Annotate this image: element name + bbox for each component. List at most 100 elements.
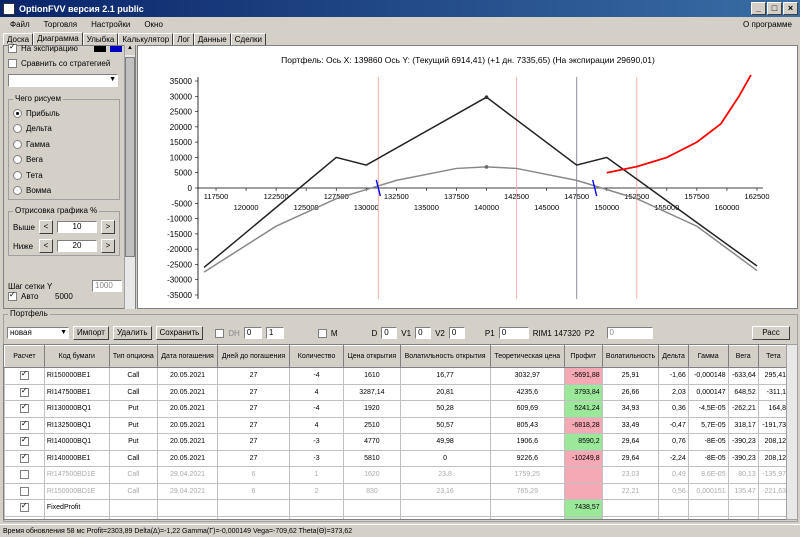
column-header[interactable]: Цена открытия xyxy=(343,345,401,368)
expiry-checkbox[interactable] xyxy=(8,42,17,53)
below-decrease-button[interactable]: < xyxy=(39,239,53,253)
v1-field[interactable]: 0 xyxy=(415,327,432,339)
column-header[interactable]: Код бумаги xyxy=(43,345,110,368)
calc-checkbox[interactable] xyxy=(19,402,29,414)
cell-qty: 1 xyxy=(288,466,345,484)
total-row: Итого: 2303,89 -1,22-0,000149-709,62373,62 xyxy=(4,515,789,519)
radio-profit[interactable] xyxy=(13,109,22,118)
radio-gamma[interactable] xyxy=(13,140,22,149)
column-header[interactable]: Дельта xyxy=(658,345,689,368)
menu-window[interactable]: Окно xyxy=(144,20,163,29)
cell-gamma: -4,5E-05 xyxy=(687,400,729,418)
payoff-chart[interactable]: Портфель: Ось X: 139860 Ось Y: (Текущий … xyxy=(138,46,797,308)
table-row[interactable]: RI150000BD1E Call 29.04.2021 6 2 830 23,16 765,… xyxy=(4,482,789,500)
column-header[interactable]: Волатильность открытия xyxy=(399,345,491,368)
calc-cell[interactable] xyxy=(4,449,45,467)
d-field[interactable]: 0 xyxy=(381,327,398,339)
delete-button[interactable]: Удалить xyxy=(112,326,152,340)
x-tick-label-bottom: 145000 xyxy=(534,203,559,212)
calc-checkbox[interactable] xyxy=(19,419,29,430)
radio-theta[interactable] xyxy=(13,171,22,180)
column-header[interactable]: Дней до погашения xyxy=(217,345,290,368)
v2-field[interactable]: 0 xyxy=(448,327,465,339)
cell-delta: 0,56 xyxy=(658,482,689,500)
table-row[interactable]: RI147500BD1E Call 29.04.2021 6 1 1620 23,8 1759… xyxy=(4,466,789,484)
minimize-button[interactable]: _ xyxy=(751,2,766,15)
compare-checkbox[interactable] xyxy=(8,59,17,68)
column-header[interactable]: Расчет xyxy=(4,345,45,368)
calc-cell[interactable] xyxy=(4,515,45,519)
table-row[interactable]: RI140000BQ1Put20.05.202127-3477049,98190… xyxy=(4,433,789,451)
table-row[interactable]: RI150000BE1Call20.05.202127-4161016,7730… xyxy=(4,367,789,385)
calc-checkbox[interactable] xyxy=(19,501,29,513)
calc-cell[interactable] xyxy=(4,499,45,517)
table-row[interactable]: RI147500BE1Call20.05.20212743287,1420,81… xyxy=(4,383,789,401)
grid-step-value[interactable]: 1000 xyxy=(92,280,122,292)
column-header[interactable]: Вега xyxy=(727,345,759,368)
scroll-up-icon[interactable]: ▲ xyxy=(125,45,135,55)
below-increase-button[interactable]: > xyxy=(101,239,115,253)
column-header[interactable]: Количество xyxy=(288,345,345,368)
calc-cell[interactable] xyxy=(4,482,45,500)
maximize-button[interactable]: □ xyxy=(767,2,782,15)
radio-vega[interactable] xyxy=(13,155,22,164)
dh-field-b[interactable]: 1 xyxy=(265,327,284,339)
calc-checkbox[interactable] xyxy=(19,369,29,381)
above-value[interactable]: 10 xyxy=(57,221,97,233)
column-header[interactable]: Тета xyxy=(757,345,789,368)
calc-checkbox[interactable] xyxy=(19,435,29,447)
calc-cell[interactable] xyxy=(4,367,45,385)
table-row[interactable]: RI140000BE1Call20.05.202127-3581009226,6… xyxy=(4,449,789,467)
p1-field[interactable]: 0 xyxy=(498,327,529,339)
m-checkbox[interactable] xyxy=(317,328,327,338)
table-scrollbar[interactable] xyxy=(786,344,798,520)
cell-vega: -262,21 xyxy=(727,400,759,418)
expiry-color-swatch[interactable] xyxy=(93,45,106,52)
menu-about[interactable]: О программе xyxy=(743,20,792,29)
radio-delta[interactable] xyxy=(13,124,22,133)
v1-label: V1 xyxy=(401,328,412,338)
radio-vomma[interactable] xyxy=(13,186,22,195)
column-header[interactable]: Волатильность xyxy=(601,345,660,368)
calc-cell[interactable] xyxy=(4,466,45,484)
column-header[interactable]: Профит xyxy=(563,345,603,368)
expiry-alt-color-swatch[interactable] xyxy=(109,45,122,52)
p2-field[interactable]: 0 xyxy=(606,327,653,339)
cell-days: 27 xyxy=(217,367,290,385)
below-value[interactable]: 20 xyxy=(57,240,97,252)
calc-cell[interactable] xyxy=(4,400,45,418)
cell-delta: -2,24 xyxy=(658,449,689,467)
portfolio-select[interactable]: новая ▼ xyxy=(7,327,69,339)
calc-checkbox[interactable] xyxy=(19,470,29,480)
close-button[interactable]: × xyxy=(783,2,798,15)
strategy-select[interactable]: ▼ xyxy=(8,74,118,87)
menu-file[interactable]: Файл xyxy=(10,20,30,29)
table-row[interactable]: RI132500BQ1Put20.05.2021274251050,57805,… xyxy=(4,416,789,434)
auto-checkbox[interactable] xyxy=(8,290,17,301)
dh-field-a[interactable]: 0 xyxy=(243,327,262,339)
calc-cell[interactable] xyxy=(4,383,45,401)
above-increase-button[interactable]: > xyxy=(101,220,115,234)
above-decrease-button[interactable]: < xyxy=(39,220,53,234)
save-button[interactable]: Сохранить xyxy=(155,326,204,340)
calc-button[interactable]: Расс xyxy=(752,326,790,340)
calc-checkbox[interactable] xyxy=(19,486,29,496)
dh-checkbox[interactable] xyxy=(215,328,225,338)
calc-cell[interactable] xyxy=(4,433,45,451)
x-tick-label-bottom: 135000 xyxy=(414,203,439,212)
table-row[interactable]: RI130000BQ1Put20.05.202127-4192050,28609… xyxy=(4,400,789,418)
calc-checkbox[interactable] xyxy=(19,452,29,463)
column-header[interactable]: Теоретическая цена xyxy=(489,345,565,368)
column-header[interactable]: Гамма xyxy=(687,345,729,368)
cell-gamma: 0,000147 xyxy=(687,383,729,401)
left-panel-scrollbar[interactable]: ▲ xyxy=(124,45,135,309)
column-header[interactable]: Тип опциона xyxy=(108,345,158,368)
scroll-thumb[interactable] xyxy=(125,57,135,257)
column-header[interactable]: Дата погашения xyxy=(156,345,219,368)
calc-cell[interactable] xyxy=(4,416,45,434)
cell-days: 6 xyxy=(217,482,290,500)
import-button[interactable]: Импорт xyxy=(73,326,109,340)
calc-checkbox[interactable] xyxy=(19,386,29,397)
menu-settings[interactable]: Настройки xyxy=(91,20,130,29)
menu-trade[interactable]: Торговля xyxy=(44,20,77,29)
